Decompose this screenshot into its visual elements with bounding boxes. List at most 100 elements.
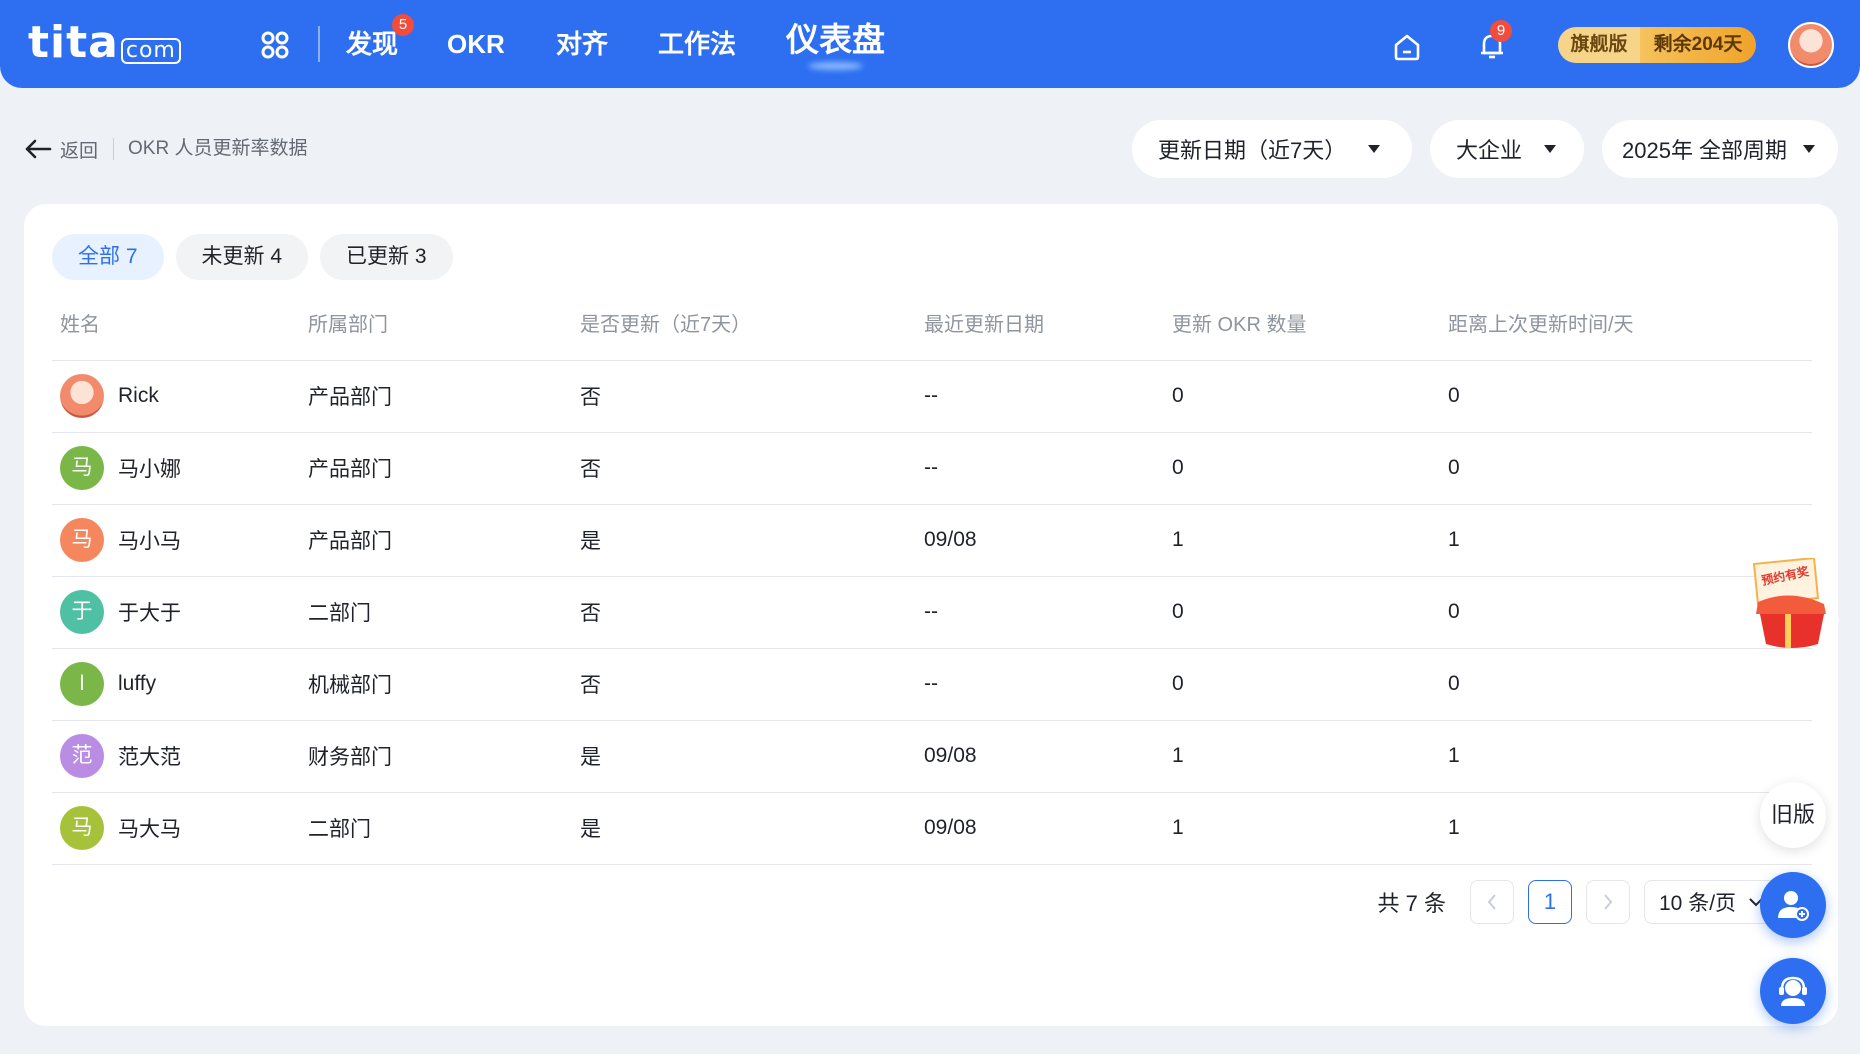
cell-dept: 二部门 <box>300 792 572 865</box>
caret-down-icon <box>1368 145 1381 153</box>
cycle-filter[interactable]: 2025年 全部周期 <box>1602 120 1838 178</box>
cell-dept: 机械部门 <box>300 648 572 721</box>
cell-updated: 否 <box>572 360 916 433</box>
nav-item-workmethod[interactable]: 工作法 <box>658 26 736 62</box>
page-title: OKR 人员更新率数据 <box>128 138 308 159</box>
column-header-name: 姓名 <box>52 286 300 361</box>
page-number-button[interactable]: 1 <box>1528 880 1572 924</box>
cell-days-since: 0 <box>1440 432 1812 505</box>
user-avatar[interactable] <box>1788 22 1834 68</box>
cell-last-date: 09/08 <box>916 792 1164 865</box>
cell-last-date: -- <box>916 432 1164 505</box>
cell-okr-count: 0 <box>1164 360 1440 433</box>
person-name: Rick <box>118 384 159 407</box>
total-count: 共 7 条 <box>1377 891 1446 916</box>
cell-dept: 财务部门 <box>300 720 572 793</box>
person-name: 马小娜 <box>118 458 181 481</box>
person-name: 于大于 <box>118 602 181 625</box>
cell-okr-count: 0 <box>1164 648 1440 721</box>
update-rate-table: 姓名 所属部门 是否更新（近7天） 最近更新日期 更新 OKR 数量 距离上次更… <box>52 286 1812 865</box>
cell-days-since: 0 <box>1440 360 1812 433</box>
cell-name: l luffy <box>52 648 300 721</box>
chevron-right-icon <box>1604 894 1613 910</box>
cell-days-since: 1 <box>1440 720 1812 793</box>
cell-name: 马 马小娜 <box>52 432 300 505</box>
avatar: 于 <box>60 590 104 634</box>
data-card: 全部 7 未更新 4 已更新 3 姓名 所属部门 是否更新（近7天） 最近更新日… <box>24 204 1838 1026</box>
cell-updated: 是 <box>572 792 916 865</box>
table-row[interactable]: 于 于大于 二部门 否 -- 0 0 <box>52 576 1812 649</box>
cell-dept: 产品部门 <box>300 432 572 505</box>
table-row[interactable]: 马 马大马 二部门 是 09/08 1 1 <box>52 792 1812 865</box>
cell-dept: 二部门 <box>300 576 572 649</box>
cell-last-date: -- <box>916 360 1164 433</box>
person-name: 范大范 <box>118 746 181 769</box>
caret-down-icon <box>1803 145 1816 153</box>
cell-last-date: -- <box>916 576 1164 649</box>
cell-days-since: 1 <box>1440 792 1812 865</box>
avatar: 范 <box>60 734 104 778</box>
avatar <box>60 374 104 418</box>
cell-okr-count: 1 <box>1164 504 1440 577</box>
back-button[interactable]: 返回 <box>24 136 98 162</box>
cell-last-date: 09/08 <box>916 504 1164 577</box>
table-header-row: 姓名 所属部门 是否更新（近7天） 最近更新日期 更新 OKR 数量 距离上次更… <box>52 286 1812 361</box>
org-filter[interactable]: 大企业 <box>1430 120 1584 178</box>
discover-badge: 5 <box>392 14 414 36</box>
table-row[interactable]: 马 马小娜 产品部门 否 -- 0 0 <box>52 432 1812 505</box>
tita-logo[interactable]: tita com <box>28 16 181 68</box>
nav-item-align[interactable]: 对齐 <box>556 26 608 62</box>
table-row[interactable]: 范 范大范 财务部门 是 09/08 1 1 <box>52 720 1812 793</box>
person-name: luffy <box>118 672 157 695</box>
customer-service-button[interactable] <box>1760 958 1826 1024</box>
promo-gift-icon[interactable]: 预约有奖 <box>1744 558 1850 650</box>
arrow-left-icon <box>25 139 52 159</box>
tab-all[interactable]: 全部 7 <box>52 234 164 280</box>
tab-updated[interactable]: 已更新 3 <box>320 234 453 280</box>
apps-grid-icon[interactable] <box>260 30 290 60</box>
table-row[interactable]: 马 马小马 产品部门 是 09/08 1 1 <box>52 504 1812 577</box>
tab-not-updated[interactable]: 未更新 4 <box>175 234 309 280</box>
status-tabs: 全部 7 未更新 4 已更新 3 <box>52 234 453 280</box>
cell-okr-count: 1 <box>1164 720 1440 793</box>
cell-okr-count: 1 <box>1164 792 1440 865</box>
caret-down-icon <box>1544 145 1557 153</box>
headset-icon <box>1779 976 1807 1006</box>
column-header-last-date: 最近更新日期 <box>916 286 1164 361</box>
top-nav: tita com 发现 5 OKR 对齐 工作法 仪表盘 9 旗舰版 剩余204天 <box>0 0 1860 88</box>
nav-item-discover[interactable]: 发现 5 <box>346 14 414 62</box>
avatar: 马 <box>60 806 104 850</box>
cell-dept: 产品部门 <box>300 504 572 577</box>
table-row[interactable]: l luffy 机械部门 否 -- 0 0 <box>52 648 1812 721</box>
pagination: 共 7 条 1 10 条/页 <box>1378 880 1778 924</box>
cell-name: 马 马小马 <box>52 504 300 577</box>
nav-item-okr[interactable]: OKR <box>447 26 505 62</box>
column-header-dept: 所属部门 <box>300 286 572 361</box>
column-header-days-since: 距离上次更新时间/天 <box>1440 286 1812 361</box>
cell-name: 马 马大马 <box>52 792 300 865</box>
notification-badge: 9 <box>1490 20 1512 42</box>
cell-updated: 否 <box>572 648 916 721</box>
cell-updated: 是 <box>572 720 916 793</box>
nav-item-dashboard[interactable]: 仪表盘 <box>786 22 885 58</box>
avatar: 马 <box>60 518 104 562</box>
cell-name: 于 于大于 <box>52 576 300 649</box>
nav-divider <box>318 26 320 62</box>
cell-dept: 产品部门 <box>300 360 572 433</box>
table-row[interactable]: Rick 产品部门 否 -- 0 0 <box>52 360 1812 433</box>
update-date-filter[interactable]: 更新日期（近7天） <box>1132 120 1412 178</box>
cell-name: Rick <box>52 360 300 433</box>
home-icon[interactable] <box>1392 32 1422 62</box>
person-name: 马大马 <box>118 818 181 841</box>
person-name: 马小马 <box>118 530 181 553</box>
cell-okr-count: 0 <box>1164 576 1440 649</box>
old-version-button[interactable]: 旧版 <box>1760 782 1826 848</box>
page-size-select[interactable]: 10 条/页 <box>1644 880 1778 924</box>
chevron-left-icon <box>1487 894 1496 910</box>
cell-name: 范 范大范 <box>52 720 300 793</box>
cell-last-date: 09/08 <box>916 720 1164 793</box>
add-user-button[interactable] <box>1760 872 1826 938</box>
next-page-button[interactable] <box>1586 880 1630 924</box>
edition-badge[interactable]: 旗舰版 剩余204天 <box>1558 27 1756 63</box>
prev-page-button[interactable] <box>1470 880 1514 924</box>
